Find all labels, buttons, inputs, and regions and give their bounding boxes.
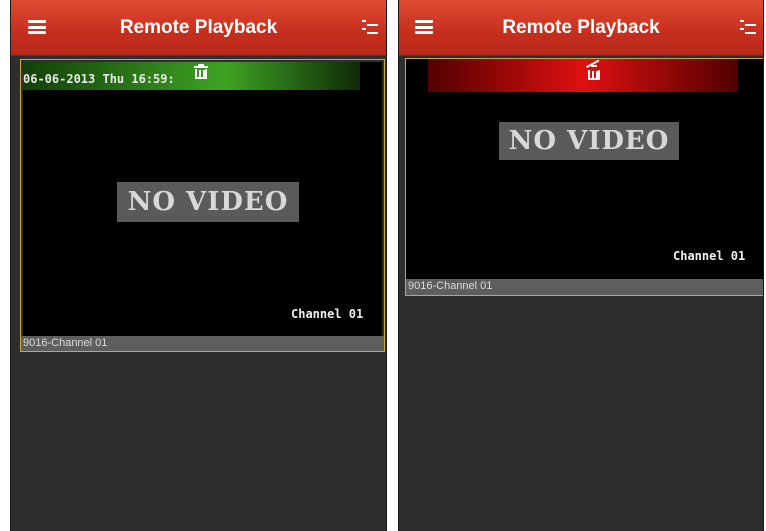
title-bar: Remote Playback (399, 0, 763, 56)
osd-timestamp: 06-06-2013 Thu 16:59: (23, 72, 175, 86)
screen-left: Remote Playback 06-06-2013 Thu 16:59: NO… (10, 0, 387, 531)
list-icon[interactable] (362, 20, 378, 34)
title-bar: Remote Playback (11, 0, 386, 56)
no-video-label: NO VIDEO (117, 182, 299, 222)
page-title: Remote Playback (502, 17, 660, 38)
list-icon[interactable] (740, 20, 756, 34)
page-title: Remote Playback (119, 17, 278, 38)
no-video-label: NO VIDEO (499, 122, 679, 160)
channel-label: 9016-Channel 01 (21, 336, 384, 351)
menu-icon[interactable] (28, 20, 46, 34)
video-area[interactable]: NO VIDEO Channel 01 (406, 59, 763, 279)
channel-overlay: Channel 01 (673, 249, 746, 263)
menu-icon[interactable] (415, 20, 433, 34)
channel-label: 9016-Channel 01 (406, 279, 763, 295)
screen-right: Remote Playback NO VIDEO Channel 01 9016… (398, 0, 764, 531)
channel-overlay: Channel 01 (291, 307, 364, 321)
delete-drop-zone[interactable] (428, 59, 738, 92)
video-area[interactable]: 06-06-2013 Thu 16:59: NO VIDEO Channel 0… (23, 62, 382, 336)
trash-icon[interactable] (194, 64, 208, 80)
video-panel[interactable]: NO VIDEO Channel 01 9016-Channel 01 (405, 58, 763, 296)
video-panel[interactable]: 06-06-2013 Thu 16:59: NO VIDEO Channel 0… (20, 59, 385, 352)
trash-icon[interactable] (586, 59, 601, 81)
